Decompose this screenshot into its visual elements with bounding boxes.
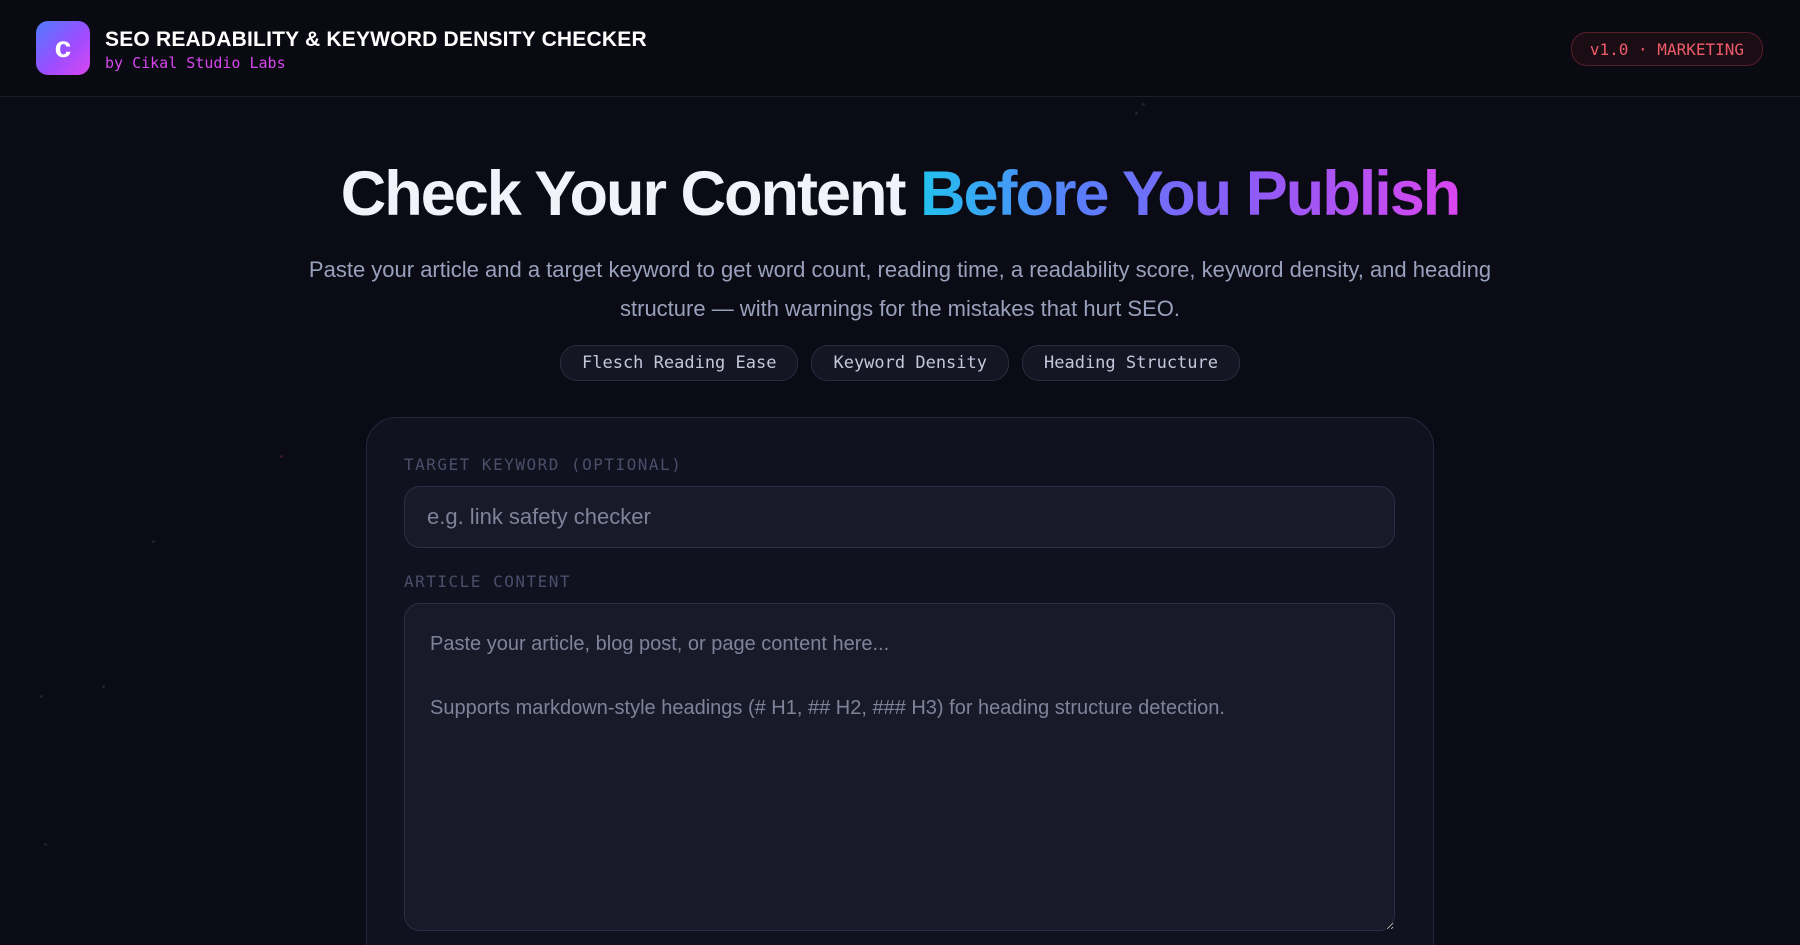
app-title: SEO READABILITY & KEYWORD DENSITY CHECKE… bbox=[105, 28, 647, 51]
hero-description: Paste your article and a target keyword … bbox=[308, 257, 1492, 321]
app-logo[interactable]: c bbox=[36, 21, 90, 75]
pill-flesch-reading-ease: Flesch Reading Ease bbox=[560, 345, 799, 381]
version-badge: v1.0 · MARKETING bbox=[1570, 32, 1763, 66]
keyword-label: TARGET KEYWORD (OPTIONAL) bbox=[404, 455, 683, 474]
hero-title-plain: Check Your Content bbox=[340, 159, 920, 229]
background-star bbox=[40, 695, 43, 698]
background-star bbox=[280, 455, 283, 458]
background-star bbox=[1135, 112, 1138, 115]
hero-title-gradient: Before You Publish bbox=[919, 159, 1461, 229]
logo-letter: c bbox=[54, 31, 72, 64]
background-star bbox=[44, 843, 47, 846]
content-label: ARTICLE CONTENT bbox=[404, 572, 571, 591]
hero-title: Check Your Content Before You Publish bbox=[0, 158, 1800, 230]
page: c SEO READABILITY & KEYWORD DENSITY CHEC… bbox=[0, 0, 1800, 945]
top-bar: c SEO READABILITY & KEYWORD DENSITY CHEC… bbox=[0, 0, 1800, 97]
background-star bbox=[1142, 103, 1145, 106]
keyword-input[interactable] bbox=[404, 486, 1395, 548]
app-subtitle: by Cikal Studio Labs bbox=[105, 54, 286, 72]
pill-keyword-density: Keyword Density bbox=[811, 345, 1009, 381]
checker-form-card: TARGET KEYWORD (OPTIONAL) ARTICLE CONTEN… bbox=[366, 417, 1434, 945]
background-star bbox=[152, 540, 155, 543]
background-star bbox=[102, 685, 105, 688]
feature-pills: Flesch Reading Ease Keyword Density Head… bbox=[0, 345, 1800, 381]
pill-heading-structure: Heading Structure bbox=[1022, 345, 1240, 381]
article-content-textarea[interactable] bbox=[404, 603, 1395, 931]
